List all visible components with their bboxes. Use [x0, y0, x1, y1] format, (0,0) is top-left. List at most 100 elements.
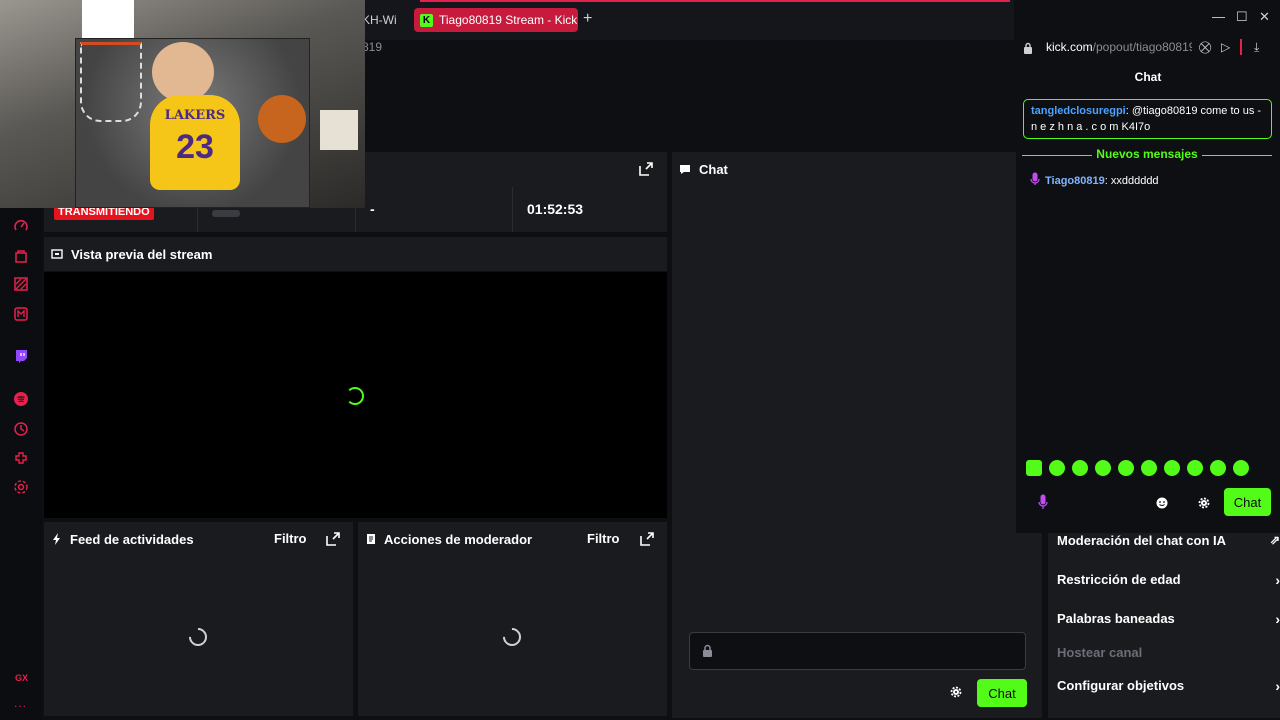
preview-title: Vista previa del stream — [71, 246, 213, 262]
menu-item-ai-moderation[interactable]: Moderación del chat con IA ⇗ — [1057, 533, 1280, 548]
microphone-badge-icon — [1030, 172, 1040, 189]
history-icon[interactable] — [13, 421, 29, 437]
menu-item-label: Restricción de edad — [1057, 572, 1181, 587]
chat-input[interactable] — [689, 632, 1026, 670]
tab-label: Tiago80819 Stream - Kick — [439, 13, 578, 27]
bag-icon[interactable] — [13, 248, 29, 264]
menu-item-label: Configurar objetivos — [1057, 678, 1185, 693]
chat-send-button[interactable]: Chat — [977, 679, 1027, 707]
menu-item-label: Moderación del chat con IA — [1057, 533, 1227, 548]
emote-icon[interactable] — [1118, 460, 1134, 476]
chat-message: Tiago80819: xxdddddd — [1030, 172, 1159, 189]
extensions-icon[interactable] — [13, 450, 29, 466]
download-icon[interactable]: ⤓ — [1254, 40, 1259, 55]
close-button[interactable]: ✕ — [1259, 9, 1270, 25]
emote-icon[interactable] — [1095, 460, 1111, 476]
screen-icon — [51, 248, 63, 260]
menu-item-host-channel: Hostear canal — [1057, 645, 1280, 660]
loading-spinner — [185, 624, 211, 650]
feed-title-row: Feed de actividades — [52, 522, 194, 556]
messenger-icon[interactable] — [13, 306, 29, 322]
gx-label[interactable]: GX — [15, 673, 28, 683]
hoop-image — [80, 42, 142, 122]
sidebar-more-button[interactable]: ... — [14, 696, 27, 710]
document-icon — [366, 533, 376, 545]
send-icon[interactable]: ▷ — [1221, 40, 1230, 54]
preview-title-row: Vista previa del stream — [51, 237, 212, 271]
chat-panel: Chat Chat — [672, 152, 1042, 718]
activity-feed-panel: Feed de actividades Filtro — [44, 522, 353, 716]
emote-icon[interactable] — [1049, 460, 1065, 476]
message-text: : xxdddddd — [1104, 174, 1159, 187]
settings-icon[interactable] — [13, 479, 29, 495]
emote-icon[interactable] — [1072, 460, 1088, 476]
new-tab-button[interactable]: + — [583, 10, 592, 28]
emote-bar — [1026, 460, 1249, 478]
chat-bubble-icon — [679, 164, 691, 175]
chat-settings-icon[interactable] — [950, 685, 962, 703]
easel-image — [320, 110, 358, 150]
basketball-image — [258, 95, 306, 143]
emote-icon[interactable] — [1187, 460, 1203, 476]
menu-item-banned-words[interactable]: Palabras baneadas › — [1057, 611, 1280, 627]
lock-icon — [1023, 41, 1033, 59]
speed-dial-icon[interactable] — [13, 218, 29, 234]
twitch-icon[interactable] — [13, 348, 29, 364]
moderation-menu: Moderación del chat con IA ⇗ Restricción… — [1048, 530, 1280, 718]
mod-filter-button[interactable]: Filtro — [587, 531, 620, 546]
uptime-value: 01:52:53 — [527, 201, 584, 217]
emote-icon[interactable] — [1233, 460, 1249, 476]
emote-icon[interactable] — [1141, 460, 1157, 476]
tab-partial[interactable]: KH-Wi — [362, 10, 412, 30]
bar-divider — [1240, 39, 1242, 55]
stream-preview — [44, 272, 667, 518]
mod-title-row: Acciones de moderador — [366, 522, 532, 556]
jersey-number: 23 — [176, 128, 214, 166]
feed-filter-button[interactable]: Filtro — [274, 531, 307, 546]
pinned-username[interactable]: tangledclosuregpi — [1031, 105, 1126, 117]
popout-url[interactable]: kick.com/popout/tiago80819 — [1046, 40, 1192, 54]
popout-icon[interactable] — [326, 532, 340, 551]
moderator-actions-panel: Acciones de moderador Filtro — [358, 522, 667, 716]
lock-icon — [702, 644, 713, 662]
emote-icon[interactable] — [1210, 460, 1226, 476]
webcam-light — [82, 0, 134, 38]
popout-send-button[interactable]: Chat — [1224, 488, 1271, 516]
tab-kick-stream[interactable]: K Tiago80819 Stream - Kick — [414, 8, 578, 32]
new-messages-divider: Nuevos mensajes — [1022, 147, 1272, 163]
menu-item-configure-goals[interactable]: Configurar objetivos › — [1057, 678, 1280, 694]
player-face — [152, 42, 214, 102]
emote-icon[interactable] — [1164, 460, 1180, 476]
spotify-icon[interactable] — [13, 391, 29, 407]
microphone-icon[interactable] — [1038, 494, 1048, 515]
mod-title: Acciones de moderador — [384, 531, 533, 547]
chevron-right-icon: › — [1275, 572, 1280, 588]
stripes-icon[interactable] — [13, 276, 29, 292]
maximize-button[interactable]: ☐ — [1236, 9, 1248, 25]
webcam-overlay: LAKERS 23 — [0, 0, 365, 208]
address-bar-partial[interactable]: 819 — [362, 40, 422, 58]
minimize-button[interactable]: — — [1212, 9, 1225, 24]
menu-item-age-restriction[interactable]: Restricción de edad › — [1057, 572, 1280, 588]
lightning-icon — [52, 533, 62, 545]
preview-header: Vista previa del stream — [44, 237, 667, 271]
popout-settings-icon[interactable] — [1198, 496, 1210, 514]
tab-strip-accent — [420, 0, 1010, 2]
popout-icon[interactable] — [639, 162, 653, 181]
emote-icon[interactable] — [1026, 460, 1042, 476]
chat-title: Chat — [699, 161, 728, 177]
emoji-picker-icon[interactable] — [1156, 496, 1168, 514]
new-messages-label: Nuevos mensajes — [1096, 147, 1198, 161]
popout-icon[interactable] — [640, 532, 654, 551]
pinned-message: tangledclosuregpi: @tiago80819 come to u… — [1023, 99, 1272, 139]
jersey-text: LAKERS — [164, 108, 226, 123]
popout-chat-window: — ☐ ✕ kick.com/popout/tiago80819 ⛒ ▷ ⤓ C… — [1016, 0, 1280, 533]
screen: KH-Wi K Tiago80819 Stream - Kick + 819 T… — [0, 0, 1280, 720]
menu-item-label: Hostear canal — [1057, 645, 1143, 660]
message-username[interactable]: Tiago80819 — [1045, 175, 1105, 187]
stats-divider — [512, 187, 513, 232]
viewers-value: - — [370, 201, 375, 217]
url-path: /popout/tiago80819 — [1092, 40, 1192, 54]
shield-icon[interactable]: ⛒ — [1199, 40, 1211, 55]
url-host: kick.com — [1046, 40, 1093, 54]
